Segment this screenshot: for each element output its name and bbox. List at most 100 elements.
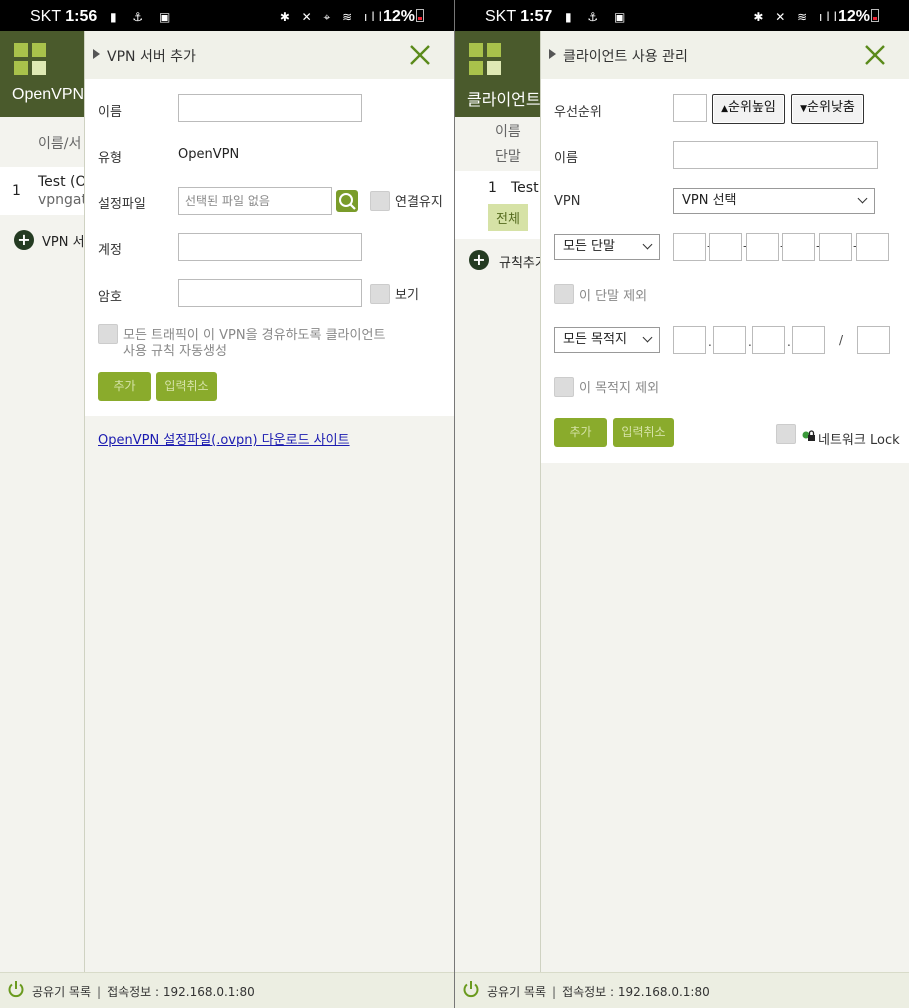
device-select[interactable]: 모든 단말 — [554, 234, 660, 260]
dialog-header: VPN 서버 추가 — [85, 31, 454, 79]
mac-field-3[interactable] — [746, 233, 779, 261]
app-logo-icon — [14, 43, 46, 75]
left-screen: SKT 1:56 ▮ ⚓ ▣ ✱ ✕ ⌖ ≋ ıll 12% OpenVPN 이… — [0, 0, 454, 1008]
router-list-link[interactable]: 공유기 목록 — [32, 985, 91, 999]
auto-rule-label-line2: 사용 규칙 자동생성 — [123, 344, 227, 359]
system-icons: ✱ ✕ ≋ ıll — [753, 10, 841, 24]
account-input[interactable] — [178, 233, 362, 261]
close-icon[interactable] — [863, 43, 887, 67]
notification-icons: ▮ ⚓ ▣ — [565, 10, 632, 24]
vpn-label: VPN — [554, 194, 581, 209]
connection-info: 접속정보 : 192.168.0.1:80 — [107, 985, 255, 999]
bg-add-vpn: VPN 서 — [42, 235, 85, 250]
ovpn-download-link[interactable]: OpenVPN 설정파일(.ovpn) 다운로드 사이트 — [98, 429, 350, 448]
chevron-down-icon — [642, 239, 653, 250]
network-lock-label: 네트워크 Lock — [818, 433, 900, 448]
vpn-select[interactable]: VPN 선택 — [673, 188, 875, 214]
auto-rule-checkbox[interactable] — [98, 324, 118, 344]
connection-info: 접속정보 : 192.168.0.1:80 — [562, 985, 710, 999]
ip-field-4[interactable] — [792, 326, 825, 354]
caret-down-icon: ▼ — [800, 104, 808, 114]
show-password-label: 보기 — [395, 288, 419, 303]
dialog-title: VPN 서버 추가 — [107, 49, 196, 65]
mac-field-6[interactable] — [856, 233, 889, 261]
search-icon — [339, 193, 356, 210]
type-label: 유형 — [98, 151, 122, 166]
status-time: 1:57 — [520, 8, 553, 25]
dialog-title: 클라이언트 사용 관리 — [563, 49, 688, 65]
priority-input[interactable] — [673, 94, 707, 122]
triangle-right-icon — [549, 49, 556, 59]
ip-field-1[interactable] — [673, 326, 706, 354]
mac-field-5[interactable] — [819, 233, 852, 261]
dialog-form: 우선순위 ▲순위높임 ▼순위낮춤 이름 VPN VPN 선택 모든 단말 - -… — [541, 79, 909, 463]
destination-select[interactable]: 모든 목적지 — [554, 327, 660, 353]
app-title: OpenVPN — [12, 86, 85, 103]
dialog-header: 클라이언트 사용 관리 — [541, 31, 909, 79]
bg-chip-all: 전체 — [488, 204, 528, 231]
right-screen: SKT 1:57 ▮ ⚓ ▣ ✱ ✕ ≋ ıll 12% 클라이언트 이름 단말… — [455, 0, 909, 1008]
type-value: OpenVPN — [178, 147, 240, 162]
status-carrier: SKT — [30, 8, 61, 25]
bottom-bar: 공유기 목록 | 접속정보 : 192.168.0.1:80 — [0, 972, 454, 1008]
notification-icons: ▮ ⚓ ▣ — [110, 10, 177, 24]
show-password-checkbox[interactable] — [370, 284, 390, 304]
close-icon[interactable] — [408, 43, 432, 67]
exclude-device-label: 이 단말 제외 — [579, 289, 648, 304]
battery-icon — [416, 9, 424, 22]
battery-level: 12% — [382, 8, 415, 25]
mac-field-2[interactable] — [709, 233, 742, 261]
account-label: 계정 — [98, 243, 122, 258]
client-usage-dialog: 클라이언트 사용 관리 우선순위 ▲순위높임 ▼순위낮춤 이름 VPN VPN … — [540, 31, 909, 972]
plus-circle-icon: + — [469, 250, 489, 270]
ip-field-2[interactable] — [713, 326, 746, 354]
bottom-bar: 공유기 목록 | 접속정보 : 192.168.0.1:80 — [455, 972, 909, 1008]
status-bar: SKT 1:57 ▮ ⚓ ▣ ✱ ✕ ≋ ıll 12% — [455, 0, 909, 31]
lock-icon — [802, 430, 815, 441]
add-button[interactable]: 추가 — [554, 418, 607, 447]
ip-slash: / — [839, 333, 844, 347]
exclude-device-checkbox[interactable] — [554, 284, 574, 304]
config-file-input[interactable]: 선택된 파일 없음 — [178, 187, 332, 215]
bg-column-name: 이름 — [495, 124, 521, 140]
power-icon[interactable] — [461, 979, 481, 999]
bg-row-index: 1 — [12, 183, 21, 199]
exclude-destination-checkbox[interactable] — [554, 377, 574, 397]
ip-mask-field[interactable] — [857, 326, 890, 354]
cancel-button[interactable]: 입력취소 — [613, 418, 674, 447]
app-logo-icon — [469, 43, 501, 75]
keep-alive-checkbox[interactable] — [370, 191, 390, 211]
bg-column-header: 이름/서 — [38, 136, 82, 152]
power-icon[interactable] — [6, 979, 26, 999]
battery-icon — [871, 9, 879, 22]
network-lock-checkbox[interactable] — [776, 424, 796, 444]
status-time: 1:56 — [65, 8, 98, 25]
bg-row-name: Test — [511, 180, 539, 196]
password-input[interactable] — [178, 279, 362, 307]
dialog-form: 이름 유형 OpenVPN 설정파일 선택된 파일 없음 연결유지 계정 암호 … — [85, 79, 454, 416]
search-button[interactable] — [336, 190, 358, 212]
plus-circle-icon: + — [14, 230, 34, 250]
name-label: 이름 — [554, 151, 578, 166]
bg-column-device: 단말 — [495, 149, 521, 165]
battery-level: 12% — [837, 8, 870, 25]
add-button[interactable]: 추가 — [98, 372, 151, 401]
mac-field-1[interactable] — [673, 233, 706, 261]
mac-field-4[interactable] — [782, 233, 815, 261]
status-bar: SKT 1:56 ▮ ⚓ ▣ ✱ ✕ ⌖ ≋ ıll 12% — [0, 0, 454, 31]
cancel-button[interactable]: 입력취소 — [156, 372, 217, 401]
exclude-destination-label: 이 목적지 제외 — [579, 381, 660, 396]
ip-field-3[interactable] — [752, 326, 785, 354]
vpn-add-dialog: VPN 서버 추가 이름 유형 OpenVPN 설정파일 선택된 파일 없음 연… — [84, 31, 454, 972]
chevron-down-icon — [642, 332, 653, 343]
app-title: 클라이언트 — [467, 92, 541, 109]
priority-up-button[interactable]: ▲순위높임 — [712, 94, 785, 124]
router-list-link[interactable]: 공유기 목록 — [487, 985, 546, 999]
password-label: 암호 — [98, 290, 122, 305]
status-carrier: SKT — [485, 8, 516, 25]
name-input[interactable] — [178, 94, 362, 122]
priority-down-button[interactable]: ▼순위낮춤 — [791, 94, 864, 124]
name-input[interactable] — [673, 141, 878, 169]
caret-up-icon: ▲ — [721, 104, 729, 114]
triangle-right-icon — [93, 49, 100, 59]
